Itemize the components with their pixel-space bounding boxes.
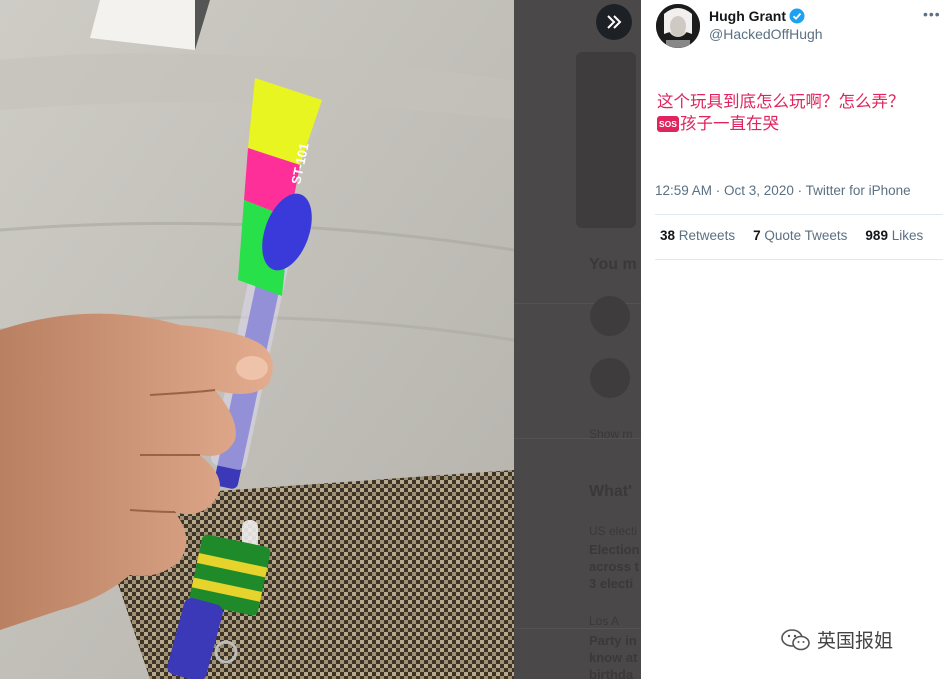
watermark: 英国报姐: [781, 626, 893, 653]
trend-title-line: know at: [589, 650, 638, 665]
background-divider: [514, 438, 641, 439]
avatar[interactable]: [656, 4, 700, 48]
sos-emoji-icon: SOS: [657, 116, 679, 132]
likes-label: Likes: [891, 228, 924, 243]
whats-happening-heading: What': [589, 483, 632, 500]
quote-tweets-count: 7: [753, 228, 761, 243]
photo-image: ST-101: [0, 0, 514, 679]
more-options-button[interactable]: •••: [923, 6, 941, 22]
tweet-stats: 38 Retweets 7 Quote Tweets 989 Likes: [660, 228, 923, 243]
retweets-stat[interactable]: 38 Retweets: [660, 228, 735, 243]
likes-count: 989: [865, 228, 888, 243]
background-avatar: [590, 296, 630, 336]
tweet-text-line: SOS 孩子一直在哭: [657, 113, 939, 135]
quote-tweets-label: Quote Tweets: [764, 228, 848, 243]
trend-title-line: across t: [589, 559, 639, 574]
tweet-text: 这个玩具到底怎么玩啊？怎么弄？ SOS 孩子一直在哭: [657, 91, 939, 135]
verified-badge-icon: [789, 8, 805, 24]
tweet-photo[interactable]: ST-101: [0, 0, 514, 679]
retweets-count: 38: [660, 228, 676, 243]
wechat-icon: [781, 628, 810, 650]
tweet-text-line: 这个玩具到底怎么玩啊？怎么弄？: [657, 93, 905, 111]
author-handle[interactable]: @HackedOffHugh: [709, 26, 823, 42]
author-name-text: Hugh Grant: [709, 8, 786, 24]
double-chevron-right-icon: [607, 15, 622, 29]
more-horizontal-icon: •••: [923, 6, 941, 22]
quote-tweets-stat[interactable]: 7 Quote Tweets: [753, 228, 847, 243]
you-might-like-heading: You m: [589, 256, 637, 273]
background-media-thumbnail: [576, 52, 636, 228]
trend-title-line: Party in: [589, 633, 637, 648]
background-timeline: You m Show m What' US electi Election ac…: [514, 0, 641, 679]
background-avatar: [590, 358, 630, 398]
trend-category: US electi: [589, 524, 638, 538]
trend-title-line: birthda: [589, 667, 634, 679]
tweet-text-line-content: 孩子一直在哭: [679, 115, 779, 133]
tweet-detail-panel: Hugh Grant @HackedOffHugh ••• 这个玩具到底怎么玩啊…: [641, 0, 945, 679]
divider: [655, 259, 943, 260]
author-name[interactable]: Hugh Grant: [709, 8, 805, 24]
watermark-text: 英国报姐: [817, 631, 894, 652]
trend-title-line: Election: [589, 542, 640, 557]
expand-button[interactable]: [596, 4, 632, 40]
tweet-timestamp[interactable]: 12:59 AM · Oct 3, 2020 · Twitter for iPh…: [655, 183, 911, 198]
background-divider: [514, 628, 641, 629]
retweets-label: Retweets: [678, 228, 736, 243]
trend-source: Los A: [589, 614, 620, 628]
avatar-image: [656, 4, 700, 48]
divider: [655, 214, 943, 215]
likes-stat[interactable]: 989 Likes: [865, 228, 923, 243]
trend-title-line: 3 electi: [589, 576, 634, 591]
